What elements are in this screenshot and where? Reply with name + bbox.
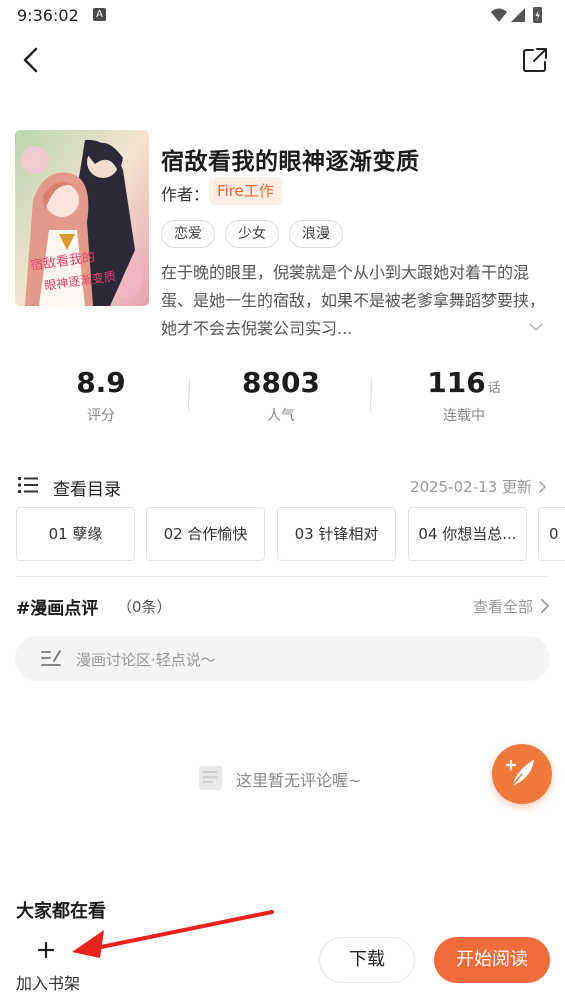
status-bar: 9:36:02 A — [0, 0, 565, 32]
comment-input[interactable]: 漫画讨论区·轻点说～ — [15, 636, 550, 681]
add-to-shelf-button[interactable]: 加入书架 — [14, 938, 84, 994]
chapter-item[interactable]: 02 合作愉快 — [146, 507, 265, 561]
quill-icon — [505, 759, 534, 789]
section-divider — [16, 576, 549, 577]
stat-divider — [188, 378, 190, 412]
chapter-item[interactable]: 03 针锋相对 — [277, 507, 396, 561]
tag-chip[interactable]: 浪漫 — [289, 220, 343, 248]
bottom-action-bar: 加入书架 下载 开始阅读 — [0, 930, 565, 1004]
chapter-count: 116 话 — [389, 366, 539, 399]
stat-popularity: 8803 人气 — [206, 366, 356, 425]
chapter-count-value: 116 — [427, 366, 486, 399]
empty-reviews-text: 这里暂无评论喔~ — [236, 771, 362, 790]
list-icon — [18, 477, 38, 493]
wifi-icon — [491, 8, 507, 22]
chapter-item[interactable]: 0 — [538, 507, 565, 561]
notification-icon: A — [93, 8, 106, 21]
chapter-item[interactable]: 04 你想当总... — [408, 507, 527, 561]
popular-title: 大家都在看 — [16, 901, 106, 922]
start-reading-button[interactable]: 开始阅读 — [434, 937, 550, 983]
add-to-shelf-label: 加入书架 — [16, 974, 81, 993]
chapter-count-unit: 话 — [487, 381, 501, 396]
write-icon — [41, 650, 61, 666]
toc-label: 查看目录 — [53, 480, 121, 500]
chapter-item[interactable]: 01 孽缘 — [16, 507, 135, 561]
reviews-title: #漫画点评 — [16, 599, 99, 619]
write-review-button[interactable] — [492, 744, 552, 804]
popularity-label: 人气 — [267, 408, 295, 424]
comment-placeholder: 漫画讨论区·轻点说～ — [76, 651, 216, 669]
tag-chip[interactable]: 恋爱 — [161, 220, 215, 248]
stat-chapters: 116 话 连载中 — [389, 366, 539, 425]
popularity-value: 8803 — [242, 366, 320, 399]
chevron-left-icon — [23, 47, 38, 73]
serial-status: 连载中 — [443, 408, 485, 424]
stat-divider — [370, 378, 372, 412]
book-description[interactable]: 在于晚的眼里，倪裳就是个从小到大跟她对着干的混蛋、是她一生的宿敌，如果不是被老爹… — [161, 259, 553, 343]
signal-icon — [511, 8, 525, 22]
toc-row[interactable]: 查看目录 2025-02-13 更新 — [18, 472, 548, 500]
back-button[interactable] — [16, 44, 48, 76]
chapter-list: 01 孽缘 02 合作愉快 03 针锋相对 04 你想当总... 0 — [16, 507, 565, 561]
scroll-icon — [199, 766, 222, 790]
tag-list: 恋爱 少女 浪漫 — [161, 220, 343, 248]
view-all-link[interactable]: 查看全部 — [473, 596, 533, 617]
tag-chip[interactable]: 少女 — [225, 220, 279, 248]
cover-illustration: 宿敌看我的 眼神逐渐变质 — [15, 130, 149, 306]
system-status-icons — [491, 7, 542, 23]
status-time: 9:36:02 — [17, 6, 79, 25]
book-title: 宿敌看我的眼神逐渐变质 — [161, 149, 420, 175]
plus-icon — [37, 941, 55, 959]
share-button[interactable] — [519, 44, 551, 76]
download-button[interactable]: 下载 — [319, 937, 415, 983]
rating-value: 8.9 — [76, 366, 126, 399]
stats-row: 8.9 评分 8803 人气 116 话 连载中 — [0, 366, 565, 436]
rating-label: 评分 — [87, 408, 115, 424]
chevron-right-icon[interactable] — [540, 598, 550, 614]
author-label: 作者： — [161, 185, 210, 204]
stat-rating: 8.9 评分 — [26, 366, 176, 425]
update-date: 2025-02-13 更新 — [410, 478, 532, 496]
share-icon — [523, 48, 547, 72]
book-cover[interactable]: 宿敌看我的 眼神逐渐变质 — [15, 130, 149, 306]
expand-chevron-icon[interactable] — [527, 320, 545, 334]
author-link[interactable]: Fire工作 — [209, 177, 282, 205]
reviews-count: （0条） — [117, 598, 172, 616]
chevron-right-icon — [539, 481, 546, 493]
